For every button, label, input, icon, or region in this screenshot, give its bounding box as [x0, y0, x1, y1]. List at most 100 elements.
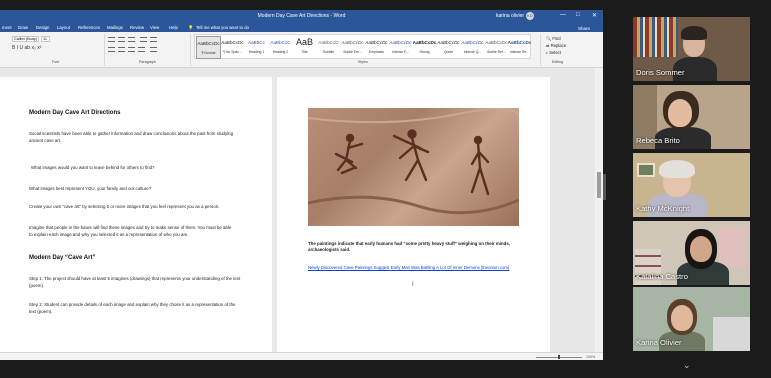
style-normal[interactable]: AaBbCcDc ¶ Normal	[196, 36, 221, 59]
participant-tile[interactable]: Doris Sommer	[633, 17, 750, 81]
editing-group-label: Editing	[552, 60, 563, 64]
align-left-icon[interactable]	[108, 47, 115, 52]
doc-paragraph: Step 1: The project should have at least…	[29, 276, 241, 288]
doc-heading: Modern Day “Cave Art”	[29, 255, 96, 261]
bookshelf	[633, 17, 678, 57]
doc-paragraph: Create your own “cave art” by selecting …	[29, 204, 220, 209]
align-right-icon[interactable]	[128, 47, 135, 52]
page-left[interactable]: Modern Day Cave Art Directions Social sc…	[0, 77, 272, 360]
participant-name: Katalina Castro	[636, 272, 688, 281]
participant-tile[interactable]: Kathy McKnight	[633, 153, 750, 217]
participant-tile[interactable]: Katalina Castro	[633, 221, 750, 285]
format-buttons[interactable]: B I U ab x₂ x²	[12, 45, 41, 51]
style-subtle-reference[interactable]: AaBbCcDc Subtle Ref...	[484, 36, 509, 59]
article-link[interactable]: Newly Discovered Cave Paintings Suggest …	[308, 265, 509, 270]
close-button[interactable]: ✕	[592, 12, 597, 19]
select-button[interactable]: ▹ Select	[546, 50, 561, 55]
style-name: Intense E...	[391, 50, 410, 54]
style-preview: AaBbCcDc	[507, 40, 532, 45]
style-subtle-emphasis[interactable]: AaBbCcDc Subtle Em...	[340, 36, 365, 59]
style-title[interactable]: AaB Title	[292, 36, 317, 59]
style-preview: AaBbCcDc	[365, 40, 388, 45]
ribbon: Calibri (Body) 11 B I U ab x₂ x² Font Pa…	[0, 32, 603, 68]
increase-indent-icon[interactable]	[150, 37, 157, 42]
style-preview: AaBbCcDc	[461, 40, 484, 45]
account-name[interactable]: karina olivier	[496, 13, 524, 19]
style-heading-2[interactable]: AaBbCcC Heading 2	[268, 36, 293, 59]
tab-comment[interactable]: ment	[2, 25, 12, 30]
cave-painting-image	[308, 108, 519, 226]
style-subtitle[interactable]: AaBbCcD Subtitle	[316, 36, 341, 59]
style-heading-1[interactable]: AaBbCc Heading 1	[244, 36, 269, 59]
find-button[interactable]: 🔍 Find	[546, 36, 561, 42]
group-divider	[540, 34, 541, 66]
tab-draw[interactable]: Draw	[18, 25, 28, 30]
document-area[interactable]: Modern Day Cave Art Directions Social sc…	[0, 68, 603, 360]
participant-head	[690, 236, 712, 262]
style-preview: AaBbCcD	[318, 40, 339, 45]
select-label: Select	[549, 50, 561, 55]
maximize-button[interactable]: □	[576, 12, 580, 18]
style-intense-emphasis[interactable]: AaBbCcDc Intense E...	[388, 36, 413, 59]
style-no-spacing[interactable]: AaBbCcDc ¶ No Spac...	[220, 36, 245, 59]
zoom-level[interactable]: 100%	[586, 355, 595, 359]
doc-paragraph: Social scientists have been able to gath…	[29, 131, 234, 143]
numbering-icon[interactable]	[118, 37, 125, 42]
zoom-participants-panel: Doris Sommer Rebeca Brito Kathy McKnight	[603, 0, 771, 378]
doc-paragraph: What images would you want to leave behi…	[31, 165, 155, 170]
replace-button[interactable]: ⇄ Replace	[546, 43, 566, 48]
style-preview: AaBbCcDc	[412, 40, 437, 45]
line-spacing-icon[interactable]	[150, 47, 157, 52]
font-group-label: Font	[52, 60, 60, 64]
multilevel-list-icon[interactable]	[128, 37, 135, 42]
cabinet	[713, 317, 750, 351]
tab-help[interactable]: Help	[169, 25, 178, 30]
tab-layout[interactable]: Layout	[57, 25, 70, 30]
tab-mailings[interactable]: Mailings	[107, 25, 123, 30]
tab-references[interactable]: References	[78, 25, 100, 30]
account-avatar[interactable]: KO	[526, 12, 534, 20]
zoom-slider-knob[interactable]	[558, 355, 560, 359]
style-preview: AaBbCc	[248, 40, 265, 45]
participant-tile[interactable]: Rebeca Brito	[633, 85, 750, 149]
justify-icon[interactable]	[138, 47, 145, 52]
style-preview: AaBbCcDc	[197, 41, 220, 46]
panel-resize-handle[interactable]	[603, 174, 606, 200]
status-bar: 100%	[0, 352, 603, 360]
font-name-box[interactable]: Calibri (Body)	[12, 36, 39, 42]
doc-paragraph: What images best represent YOU, your fam…	[29, 186, 152, 191]
style-name: Heading 2	[272, 50, 289, 54]
style-preview: AaBbCcDc	[485, 40, 508, 45]
page-right[interactable]: The paintings indicate that early humans…	[277, 77, 550, 360]
styles-gallery: AaBbCcDc ¶ Normal AaBbCcDc ¶ No Spac... Aa…	[194, 34, 531, 59]
vertical-scrollbar[interactable]	[595, 68, 603, 352]
tab-design[interactable]: Design	[36, 25, 49, 30]
style-quote[interactable]: AaBbCcDc Quote	[436, 36, 461, 59]
participant-head	[671, 305, 693, 331]
style-intense-reference[interactable]: AaBbCcDc Intense Re...	[507, 36, 532, 59]
scrollbar-thumb[interactable]	[597, 172, 601, 198]
minimize-button[interactable]: —	[560, 12, 566, 18]
group-divider	[104, 34, 105, 66]
picture-frame	[637, 163, 655, 177]
tab-review[interactable]: Review	[130, 25, 144, 30]
style-name: Subtle Em...	[343, 50, 362, 54]
style-preview: AaBbCcDc	[221, 40, 244, 45]
word-window: Modern Day Cave Art Directions - Word ka…	[0, 10, 603, 360]
align-center-icon[interactable]	[118, 47, 125, 52]
participant-name: Karina Olivier	[636, 338, 682, 347]
decrease-indent-icon[interactable]	[140, 37, 147, 42]
style-intense-quote[interactable]: AaBbCcDc Intense Q...	[460, 36, 485, 59]
title-bar: Modern Day Cave Art Directions - Word ka…	[0, 10, 603, 22]
style-emphasis[interactable]: AaBbCcDc Emphasis	[364, 36, 389, 59]
style-strong[interactable]: AaBbCcDc Strong	[412, 36, 437, 59]
tab-view[interactable]: View	[150, 25, 159, 30]
font-size-box[interactable]: 11	[41, 36, 50, 42]
participant-tile-active-speaker[interactable]: Karina Olivier	[633, 287, 750, 351]
style-name: Intense Re...	[509, 50, 530, 54]
doc-heading: Modern Day Cave Art Directions	[29, 110, 121, 116]
chevron-down-icon[interactable]: ⌄	[683, 360, 691, 371]
bullets-icon[interactable]	[108, 37, 115, 42]
style-name: Title	[301, 50, 308, 54]
tell-me-search[interactable]: Tell me what you want to do	[196, 25, 249, 30]
